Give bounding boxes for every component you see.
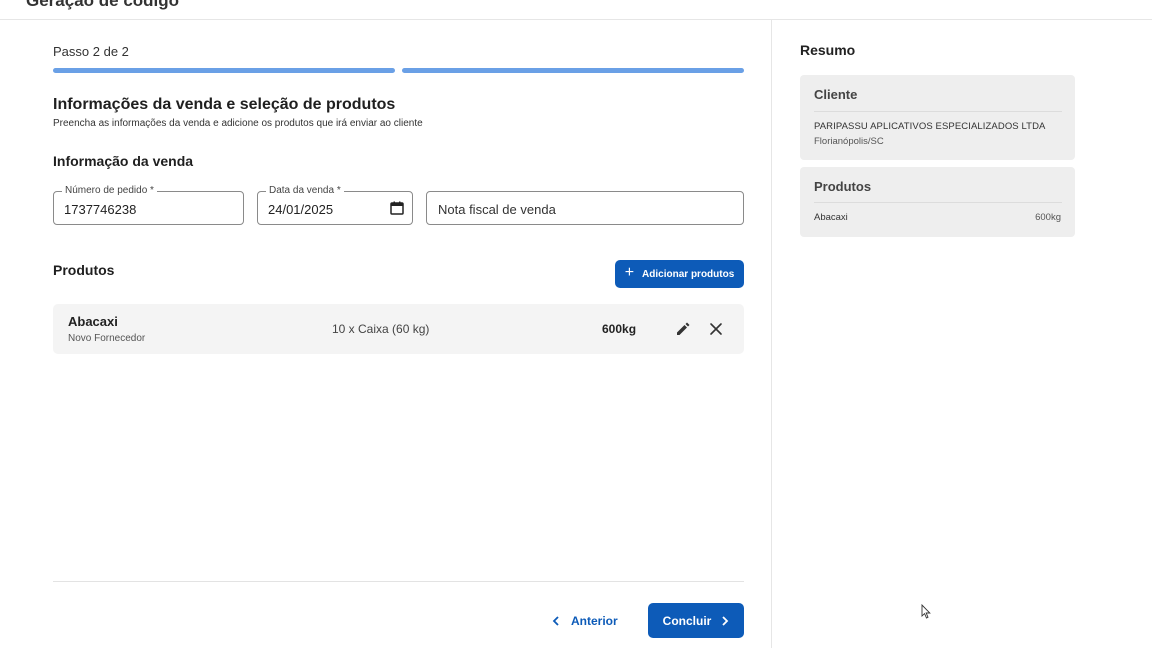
product-supplier: Novo Fornecedor — [68, 333, 146, 344]
sale-date-value: 24/01/2025 — [268, 202, 334, 217]
products-summary-divider — [814, 202, 1062, 203]
product-weight: 600kg — [602, 322, 637, 336]
mouse-cursor-icon — [921, 604, 931, 619]
summary-title: Resumo — [800, 42, 856, 58]
edit-icon[interactable] — [675, 321, 691, 337]
section-title: Informações da venda e seleção de produt… — [53, 96, 396, 113]
add-products-button[interactable]: + Adicionar produtos — [615, 260, 744, 288]
products-summary-title: Produtos — [814, 179, 872, 194]
page-title: Geração de código — [26, 0, 180, 10]
client-card: Cliente PARIPASSU APLICATIVOS ESPECIALIZ… — [800, 75, 1075, 160]
summary-product-name: Abacaxi — [814, 212, 848, 223]
sale-info-heading: Informação da venda — [53, 153, 194, 169]
progress-step-2 — [402, 68, 744, 73]
summary-panel: Resumo Cliente PARIPASSU APLICATIVOS ESP… — [771, 20, 1152, 648]
app-window: Geração de código Passo 2 de 2 Informaçõ… — [0, 0, 1152, 648]
back-button[interactable]: Anterior — [552, 606, 618, 636]
client-card-title: Cliente — [814, 87, 858, 102]
client-city: Florianópolis/SC — [814, 136, 884, 147]
order-number-field[interactable]: Número de pedido * 1737746238 — [53, 185, 244, 225]
footer-divider — [53, 581, 744, 582]
invoice-field[interactable]: Nota fiscal de venda — [426, 191, 744, 225]
product-quantity: 10 x Caixa (60 kg) — [332, 322, 430, 336]
invoice-placeholder: Nota fiscal de venda — [438, 202, 556, 217]
calendar-icon[interactable] — [390, 201, 404, 215]
summary-product-weight: 600kg — [1035, 212, 1061, 223]
main-panel: Passo 2 de 2 Informações da venda e sele… — [0, 20, 771, 648]
progress-step-1 — [53, 68, 395, 73]
finish-label: Concluir — [662, 613, 712, 628]
plus-icon: + — [624, 264, 635, 281]
chevron-left-icon — [552, 616, 559, 626]
step-indicator: Passo 2 de 2 — [53, 44, 129, 59]
back-label: Anterior — [571, 614, 618, 628]
products-summary-card: Produtos Abacaxi 600kg — [800, 167, 1075, 237]
order-number-label: Número de pedido * — [62, 185, 157, 196]
sale-date-field[interactable]: Data da venda * 24/01/2025 — [257, 185, 413, 225]
finish-button[interactable]: Concluir — [648, 603, 744, 638]
progress-bar — [53, 68, 744, 73]
top-header: Geração de código — [0, 0, 1152, 20]
product-name: Abacaxi — [68, 314, 118, 329]
remove-icon[interactable] — [709, 322, 723, 336]
product-row: Abacaxi Novo Fornecedor 10 x Caixa (60 k… — [53, 304, 744, 354]
products-heading: Produtos — [53, 262, 115, 278]
sale-date-label: Data da venda * — [266, 185, 344, 196]
client-name: PARIPASSU APLICATIVOS ESPECIALIZADOS LTD… — [814, 121, 1046, 132]
order-number-value: 1737746238 — [64, 202, 137, 217]
chevron-right-icon — [722, 615, 729, 626]
section-subtitle: Preencha as informações da venda e adici… — [53, 118, 423, 129]
add-products-label: Adicionar produtos — [642, 268, 735, 280]
client-card-divider — [814, 111, 1062, 112]
